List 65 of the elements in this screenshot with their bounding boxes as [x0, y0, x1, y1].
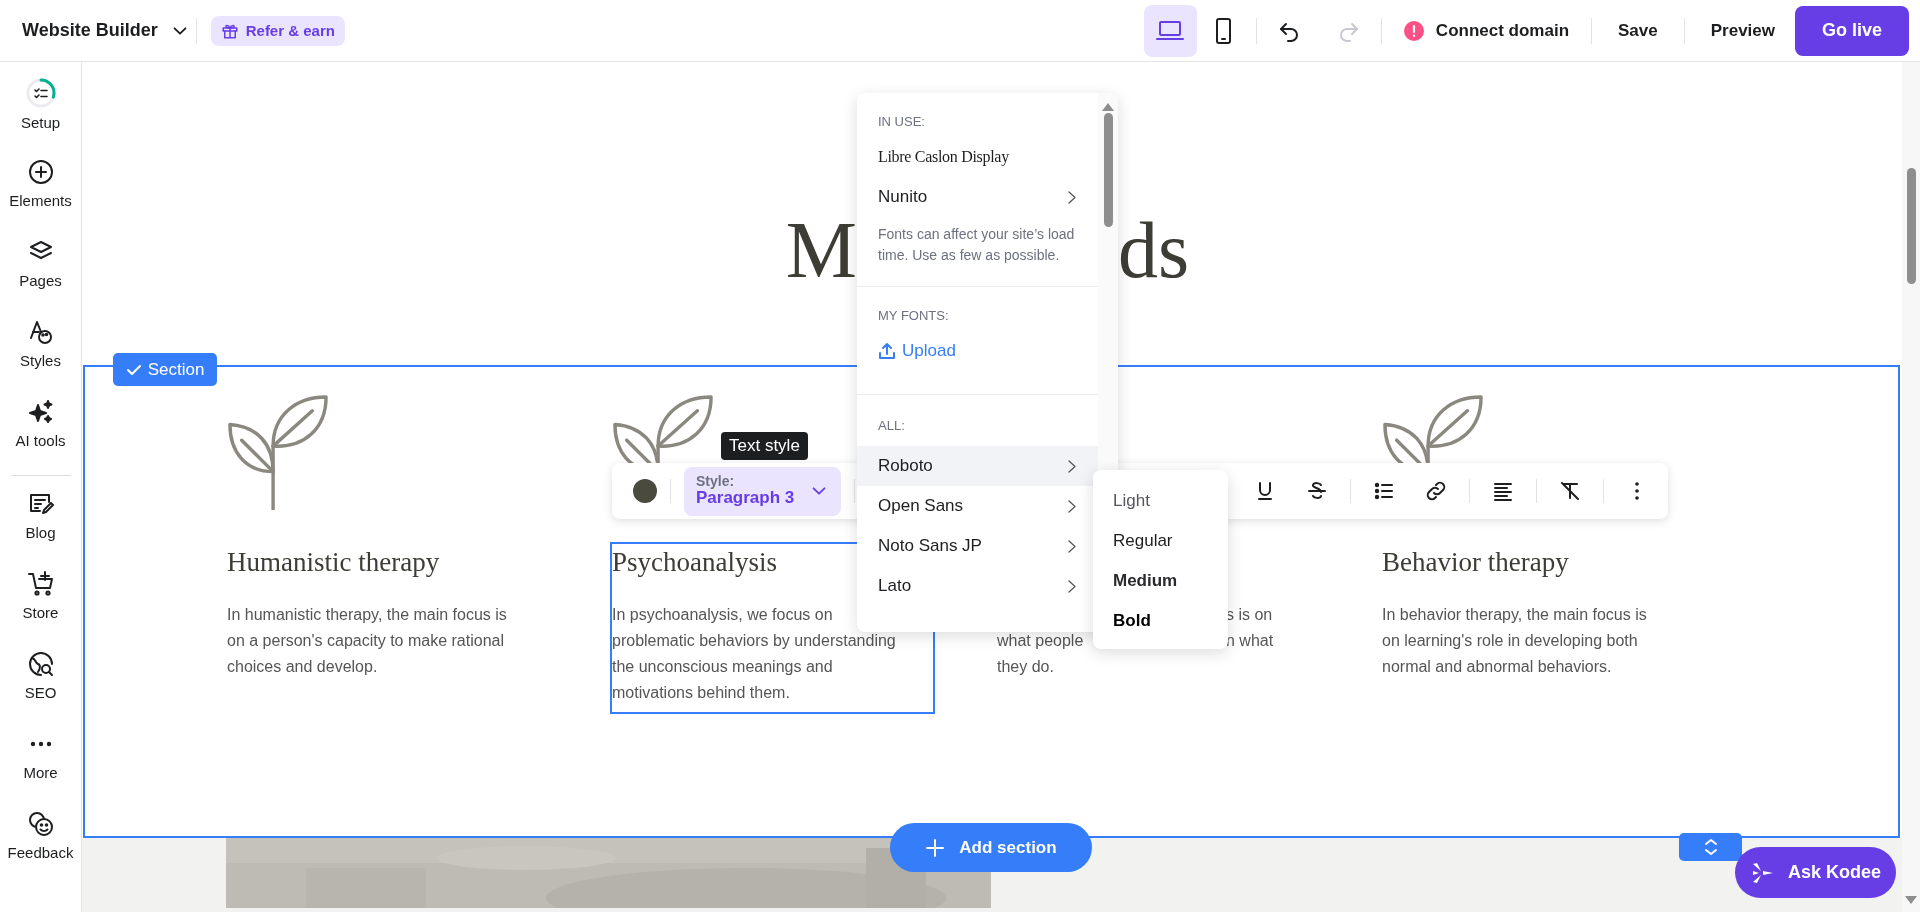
reorder-button[interactable]	[1679, 833, 1742, 861]
save-button[interactable]: Save	[1598, 4, 1678, 57]
page-heading: M	[785, 210, 857, 296]
style-dropdown[interactable]: Style: Paragraph 3	[684, 466, 841, 516]
section-label[interactable]: Section	[113, 353, 217, 386]
smiley-icon	[26, 810, 55, 838]
connect-domain-button[interactable]: Connect domain	[1387, 4, 1586, 57]
sparkles-icon	[26, 398, 55, 426]
text-color-swatch[interactable]	[633, 479, 657, 503]
font-option[interactable]: Nunito	[857, 177, 1098, 217]
leaf-icon	[1382, 394, 1484, 464]
section-heading: IN USE:	[877, 113, 926, 131]
cart-icon	[26, 570, 55, 598]
card-text: In behavior therapy, the main focus is on learning's role in developing both normal and abnormal behaviors.	[1382, 605, 1647, 678]
refer-button[interactable]: Refer & earn	[210, 15, 345, 46]
scroll-thumb[interactable]	[1103, 113, 1113, 227]
sidebar-item[interactable]: Store	[0, 564, 81, 644]
style-label: Style:	[696, 473, 735, 490]
sidebar-item[interactable]: Pages	[0, 232, 81, 312]
tooltip: Text style	[721, 432, 808, 460]
preview-button[interactable]: Preview	[1690, 4, 1795, 57]
style-value: Paragraph 3	[696, 489, 795, 509]
section-label-text: Section	[147, 359, 205, 380]
section-heading: ALL:	[877, 417, 906, 435]
font-option[interactable]: Roboto	[857, 446, 1098, 486]
sidebar-item[interactable]: Elements	[0, 152, 81, 232]
font-note: Fonts can affect your site’s load time. Use as few as possible.	[877, 225, 1076, 265]
section-heading: MY FONTS:	[877, 307, 950, 325]
globe-search-icon	[26, 650, 55, 678]
plus-icon	[925, 837, 946, 858]
font-option[interactable]: Libre Caslon Display	[857, 137, 1098, 177]
more-icon	[28, 741, 53, 747]
clear-format-icon	[1558, 479, 1582, 503]
scroll-down-icon	[1905, 896, 1917, 904]
more-vertical-icon	[1635, 482, 1639, 500]
card-text: they do.	[997, 657, 1055, 678]
leaf-icon	[227, 394, 329, 511]
card-title: Humanistic therapy	[227, 546, 440, 580]
site-menu-button[interactable]: Website Builder	[22, 20, 190, 41]
leaf-icon	[612, 394, 714, 464]
plus-circle-icon	[26, 158, 55, 186]
card-title: Psychoanalysis	[612, 546, 777, 580]
sidebar-item[interactable]: SEO	[0, 644, 81, 724]
link-icon	[1424, 479, 1448, 503]
progress-ring-icon	[25, 78, 56, 108]
go-live-button[interactable]: Go live	[1795, 5, 1909, 56]
upload-icon	[878, 342, 896, 360]
sidebar-item[interactable]: Styles	[0, 312, 81, 392]
sidebar-item[interactable]: Feedback	[0, 804, 81, 884]
sidebar-item[interactable]: Setup	[0, 72, 81, 152]
ask-kodee-button[interactable]: Ask Kodee	[1735, 847, 1896, 898]
sidebar-item[interactable]: More	[0, 724, 81, 804]
upload-link[interactable]: Upload	[857, 331, 1098, 371]
page-heading: ds	[1118, 210, 1191, 296]
scroll-thumb[interactable]	[1906, 168, 1916, 284]
card-text: what people	[997, 631, 1085, 652]
scroll-up-icon	[1102, 103, 1114, 111]
card-text: In psychoanalysis, we focus on problematic behaviors by understanding the unconscious meanings and motivations behind them.	[612, 605, 896, 704]
desktop-view-button[interactable]	[1143, 4, 1197, 57]
card-title: Behavior therapy	[1382, 546, 1569, 580]
sidebar-item[interactable]: Blog	[0, 484, 81, 564]
add-section-button[interactable]: Add section	[890, 823, 1092, 872]
sidebar-item[interactable]: AI tools	[0, 392, 81, 472]
card-text: In humanistic therapy, the main focus is on a person's capacity to make rational choices and develop.	[227, 605, 507, 678]
chevron-up-down-icon	[1702, 837, 1719, 857]
